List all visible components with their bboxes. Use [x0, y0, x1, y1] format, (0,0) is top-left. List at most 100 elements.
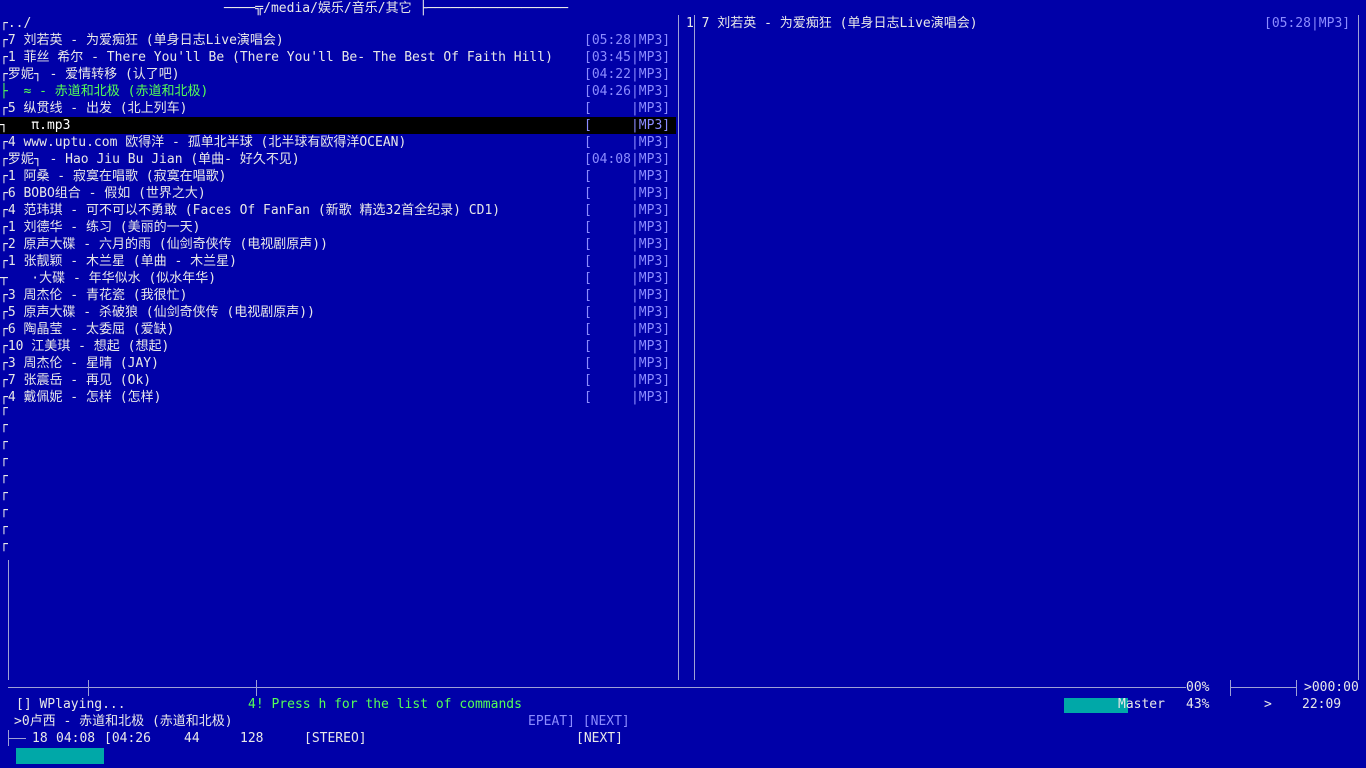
track-title: ┌6 BOBO组合 - 假如 (世界之大): [0, 186, 206, 201]
track-number: 18: [32, 731, 48, 746]
track-duration-format: [05:28|MP3]: [1264, 16, 1351, 31]
track-title: ┌1 刘德华 - 练习 (美丽的一天): [0, 220, 201, 235]
track-row[interactable]: ┌1 阿桑 - 寂寞在唱歌 (寂寞在唱歌) [ |MP3]: [0, 168, 676, 185]
track-duration-format: [ |MP3]: [584, 339, 671, 354]
track-row[interactable]: ┌4 www.uptu.com 欧得洋 - 孤单北半球 (北半球有欧得洋OCEA…: [0, 134, 676, 151]
track-title: ┌4 范玮琪 - 可不可以不勇敢 (Faces Of FanFan (新歌 精选…: [0, 203, 501, 218]
next-arrow: >: [1264, 697, 1272, 712]
playlist: 1 7 刘若英 - 为爱痴狂 (单身日志Live演唱会) [05:28|MP3]: [686, 15, 1356, 32]
empty-row-marker: ┌: [0, 520, 8, 535]
selected-track-row[interactable]: ┐ π.mp3 [ |MP3]: [0, 117, 676, 134]
track-row[interactable]: ┌7 张震岳 - 再见 (Ok) [ |MP3]: [0, 372, 676, 389]
track-duration-format: [ |MP3]: [584, 169, 671, 184]
track-title: ┌6 陶晶莹 - 太委屈 (爱缺): [0, 322, 175, 337]
track-duration-format: [ |MP3]: [584, 101, 671, 116]
track-row[interactable]: ┌6 BOBO组合 - 假如 (世界之大) [ |MP3]: [0, 185, 676, 202]
help-message: 4! Press h for the list of commands: [248, 697, 522, 712]
track-duration-format: [04:08|MP3]: [584, 152, 671, 167]
track-duration-format: [ |MP3]: [584, 305, 671, 320]
status-divider: [1230, 687, 1296, 688]
status-divider: [8, 687, 1186, 688]
empty-row-marker: ┌: [0, 503, 8, 518]
track-duration-format: [ |MP3]: [584, 135, 671, 150]
track-duration-format: [03:45|MP3]: [584, 50, 671, 65]
left-scroll-edge[interactable]: [8, 560, 9, 680]
track-row[interactable]: ┌7 刘若英 - 为爱痴狂 (单身日志Live演唱会) [05:28|MP3]: [0, 32, 676, 49]
track-title: ┌1 菲丝 希尔 - There You'll Be (There You'll…: [0, 50, 553, 65]
track-title: ┌7 张震岳 - 再见 (Ok): [0, 373, 152, 388]
empty-row-marker: ┌: [0, 537, 8, 552]
track-duration-format: [ |MP3]: [584, 118, 671, 133]
track-title: ┌罗妮┐ - 爱情转移 (认了吧): [0, 67, 180, 82]
track-row[interactable]: ┌5 纵贯线 - 出发 (北上列车) [ |MP3]: [0, 100, 676, 117]
track-row[interactable]: ┌1 菲丝 希尔 - There You'll Be (There You'll…: [0, 49, 676, 66]
panel-divider: [678, 15, 679, 680]
play-state: [] WPlaying...: [16, 697, 126, 712]
empty-row-marker: ┌: [0, 486, 8, 501]
clock: 22:09: [1302, 697, 1342, 712]
track-row[interactable]: 1 7 刘若英 - 为爱痴狂 (单身日志Live演唱会) [05:28|MP3]: [686, 15, 1356, 32]
track-row[interactable]: ┌罗妮┐ - Hao Jiu Bu Jian (单曲- 好久不见) [04:08|…: [0, 151, 676, 168]
track-duration-format: [ |MP3]: [584, 254, 671, 269]
track-row[interactable]: ┌10 江美琪 - 想起 (想起) [ |MP3]: [0, 338, 676, 355]
track-title: 1 7 刘若英 - 为爱痴狂 (单身日志Live演唱会): [686, 16, 978, 31]
track-title: ┌4 戴佩妮 - 怎样 (怎样): [0, 390, 162, 405]
volume-value: 43%: [1186, 697, 1210, 712]
empty-row-marker: ┌: [0, 401, 8, 416]
track-duration-format: [ |MP3]: [584, 237, 671, 252]
timeline-divider-tick: [8, 730, 9, 746]
track-row[interactable]: ┬ ·大碟 - 年华似水 (似水年华) [ |MP3]: [0, 270, 676, 287]
track-title: ┌4 www.uptu.com 欧得洋 - 孤单北半球 (北半球有欧得洋OCEA…: [0, 135, 407, 150]
track-row[interactable]: ┌罗妮┐ - 爱情转移 (认了吧) [04:22|MP3]: [0, 66, 676, 83]
track-duration-format: [ |MP3]: [584, 356, 671, 371]
track-duration-format: [04:22|MP3]: [584, 67, 671, 82]
track-row[interactable]: ┌4 戴佩妮 - 怎样 (怎样) [ |MP3]: [0, 389, 676, 406]
stereo-indicator: [STEREO]: [304, 731, 367, 746]
parent-directory-item[interactable]: ┌../: [0, 15, 31, 32]
track-duration-format: [ |MP3]: [584, 203, 671, 218]
bitrate: 128: [240, 731, 264, 746]
track-row[interactable]: ┌1 刘德华 - 练习 (美丽的一天) [ |MP3]: [0, 219, 676, 236]
status-divider-tick: [1230, 680, 1231, 696]
track-row[interactable]: ┌3 周杰伦 - 青花瓷 (我很忙) [ |MP3]: [0, 287, 676, 304]
sample-rate: 44: [184, 731, 200, 746]
status-divider-tick: [1296, 680, 1297, 696]
track-row[interactable]: ┌4 范玮琪 - 可不可以不勇敢 (Faces Of FanFan (新歌 精选…: [0, 202, 676, 219]
track-duration-format: [ |MP3]: [584, 220, 671, 235]
track-row[interactable]: ┌1 张靓颖 - 木兰星 (单曲 - 木兰星) [ |MP3]: [0, 253, 676, 270]
track-duration-format: [ |MP3]: [584, 322, 671, 337]
track-duration-format: [04:26|MP3]: [584, 84, 671, 99]
right-scroll-edge[interactable]: [1358, 15, 1359, 680]
track-title: ┬ ·大碟 - 年华似水 (似水年华): [0, 271, 217, 286]
track-title: ├ ≈ - 赤道和北极 (赤道和北极): [0, 84, 209, 99]
track-progress-bar[interactable]: [16, 748, 104, 764]
track-title: ┌2 原声大碟 - 六月的雨 (仙剑奇侠传 (电视剧原声)): [0, 237, 328, 252]
track-duration-format: [ |MP3]: [584, 373, 671, 388]
empty-row-marker: ┌: [0, 418, 8, 433]
track-title: ┌7 刘若英 - 为爱痴狂 (单身日志Live演唱会): [0, 33, 284, 48]
track-duration-format: [ |MP3]: [584, 288, 671, 303]
top-volume-percent: 00%: [1186, 680, 1210, 695]
track-title: ┌1 张靓颖 - 木兰星 (单曲 - 木兰星): [0, 254, 237, 269]
track-duration-format: [05:28|MP3]: [584, 33, 671, 48]
directory-path: ────╦/media/娱乐/音乐/其它 ├──────────────────: [224, 1, 569, 16]
track-title: ┌3 周杰伦 - 星晴 (JAY): [0, 356, 159, 371]
now-playing-title: >0卢西 - 赤道和北极 (赤道和北极): [14, 714, 233, 729]
panel-divider-inner: [694, 15, 695, 680]
track-duration-format: [ |MP3]: [584, 271, 671, 286]
track-title: ┌罗妮┐ - Hao Jiu Bu Jian (单曲- 好久不见): [0, 152, 300, 167]
timeline-divider: [8, 738, 26, 739]
mode-flags: EPEAT] [NEXT]: [528, 714, 630, 729]
track-title: ┌5 原声大碟 - 杀破狼 (仙剑奇侠传 (电视剧原声)): [0, 305, 315, 320]
track-row[interactable]: ┌6 陶晶莹 - 太委屈 (爱缺) [ |MP3]: [0, 321, 676, 338]
playing-track-row[interactable]: ├ ≈ - 赤道和北极 (赤道和北极) [04:26|MP3]: [0, 83, 676, 100]
total-time: [04:26: [104, 731, 151, 746]
empty-row-marker: ┌: [0, 469, 8, 484]
track-title: ┌1 阿桑 - 寂寞在唱歌 (寂寞在唱歌): [0, 169, 227, 184]
empty-row-marker: ┌: [0, 435, 8, 450]
next-indicator: [NEXT]: [576, 731, 623, 746]
track-row[interactable]: ┌2 原声大碟 - 六月的雨 (仙剑奇侠传 (电视剧原声)) [ |MP3]: [0, 236, 676, 253]
empty-row-marker: ┌: [0, 452, 8, 467]
track-row[interactable]: ┌3 周杰伦 - 星晴 (JAY) [ |MP3]: [0, 355, 676, 372]
track-row[interactable]: ┌5 原声大碟 - 杀破狼 (仙剑奇侠传 (电视剧原声)) [ |MP3]: [0, 304, 676, 321]
